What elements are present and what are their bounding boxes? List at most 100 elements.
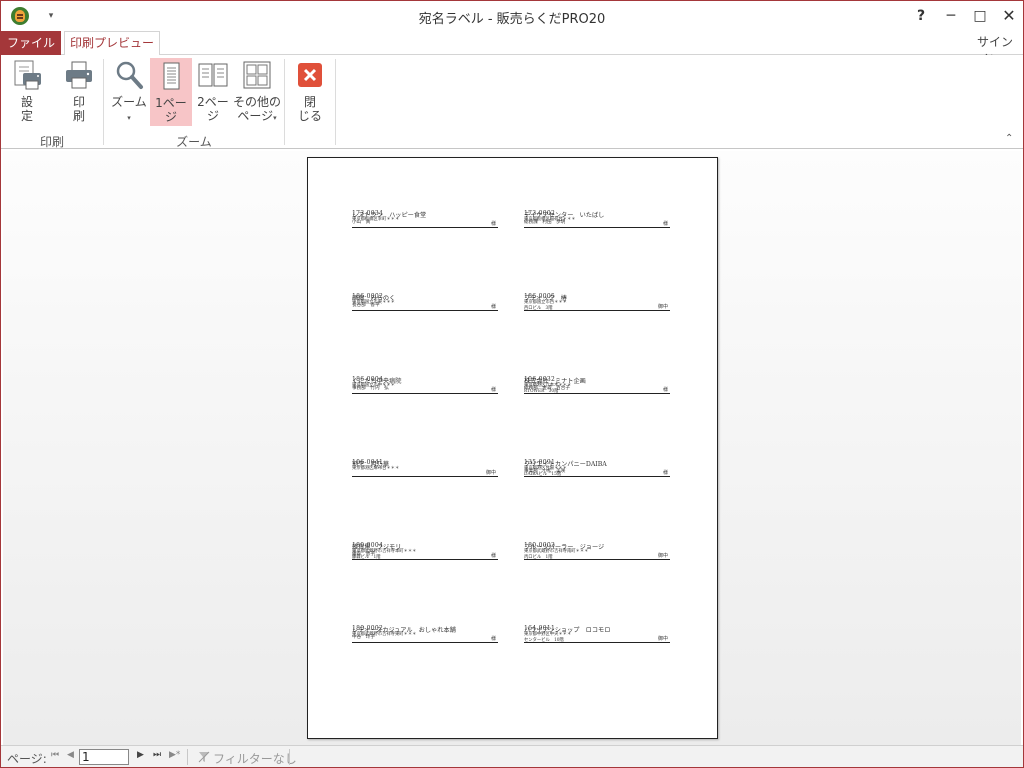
two-page-label: 2ペー ジ — [197, 95, 229, 123]
label-company: レストラン ハッピー食堂 — [352, 212, 427, 219]
one-page-button[interactable]: 1ペー ジ — [150, 58, 192, 126]
label-company: 株式会社 ミナト企画 — [524, 378, 586, 385]
label-company: ハワイアンショップ ロコモロ — [524, 627, 611, 634]
label-company: クリエイトカンパニーDAIBA — [524, 461, 607, 468]
help-button[interactable]: ? — [909, 5, 933, 27]
minimize-button[interactable]: ─ — [939, 5, 963, 27]
record-navigation-bar: ページ: ⏮ ◀ 1 ▶ ⏭ ▶* フィルターなし — [1, 745, 1023, 767]
group-separator — [284, 59, 285, 145]
previous-page-icon[interactable]: ◀ — [67, 750, 74, 760]
first-page-icon[interactable]: ⏮ — [51, 750, 59, 760]
two-page-icon — [198, 63, 228, 87]
label-underline — [524, 476, 670, 477]
label-underline — [524, 393, 670, 394]
tab-print-preview[interactable]: 印刷プレビュー — [64, 31, 160, 56]
group-separator — [335, 59, 336, 145]
page-setup-label: 設 定 — [20, 95, 33, 123]
ribbon-tabs: ファイル 印刷プレビュー サインイン — [1, 31, 1023, 66]
ribbon: 設 定 印 刷 ズーム ▾ 1ペー ジ 2ペー ジ その他の ページ▾ 閉 じる… — [1, 55, 1023, 149]
label-honorific: 様 — [662, 470, 668, 476]
label-underline — [524, 227, 670, 228]
close-window-button[interactable]: ✕ — [997, 5, 1021, 27]
printer-icon — [66, 61, 92, 89]
zoom-button[interactable]: ズーム ▾ — [107, 59, 151, 125]
group-label-print: 印刷 — [39, 135, 64, 149]
label-honorific: 御中 — [485, 470, 496, 476]
close-preview-icon — [298, 63, 322, 87]
maximize-button[interactable]: □ — [968, 5, 992, 27]
one-page-icon — [163, 62, 180, 90]
zoom-dropdown-icon: ▾ — [127, 114, 131, 122]
label-honorific: 様 — [490, 636, 496, 642]
tab-file[interactable]: ファイル — [1, 31, 61, 55]
label-underline — [352, 476, 498, 477]
label-honorific: 様 — [662, 221, 668, 227]
group-label-zoom: ズーム — [176, 135, 212, 149]
label-person: 事務部 竹内 弘 — [352, 386, 389, 391]
close-preview-label: 閉 じる — [297, 95, 322, 123]
label-honorific: 御中 — [657, 636, 668, 642]
page-label: ページ: — [7, 752, 47, 766]
preview-page[interactable]: 173-0034 東京都板橋区幸町＊＊＊ 173-0002 東京都板橋区稲荷台＊＊＊レ… — [307, 157, 718, 739]
address-label: クリエイトカンパニーDAIBA 事業部 小松 美咲 様 — [524, 419, 672, 499]
multiple-pages-icon — [243, 61, 271, 89]
new-record-icon: ▶* — [169, 750, 181, 760]
address-label: デイケアセンター いたばし 総務課 村田 歩明 様 — [524, 170, 672, 250]
label-company: ブティック 椿 — [524, 295, 567, 302]
label-company: 雑貨屋 フジモリ — [352, 544, 402, 551]
page-setup-button[interactable]: 設 定 — [7, 59, 47, 123]
address-label: ハワイアンショップ ロコモロ御中 — [524, 585, 672, 665]
one-page-label: 1ペー ジ — [155, 96, 187, 124]
label-underline — [352, 227, 498, 228]
address-label: レディースカジュアル おしゃれ本舗 中谷 玲子 様 — [352, 585, 500, 665]
label-person: 小山 真 — [352, 220, 371, 225]
print-button[interactable]: 印 刷 — [57, 59, 101, 123]
label-company: 割烹 月乃華 — [352, 461, 390, 468]
label-company: デイケアセンター いたばし — [524, 212, 605, 219]
more-pages-label-2: ページ — [237, 109, 274, 123]
separator — [187, 749, 188, 765]
label-honorific: 様 — [490, 304, 496, 310]
label-honorific: 様 — [490, 387, 496, 393]
page-number-input[interactable]: 1 — [79, 749, 129, 765]
last-page-icon[interactable]: ⏭ — [153, 750, 161, 760]
filter-status[interactable]: フィルターなし — [213, 750, 297, 767]
magnifier-icon — [116, 61, 143, 89]
label-honorific: 様 — [490, 221, 496, 227]
collapse-ribbon-icon[interactable]: ⌃ — [1005, 133, 1013, 144]
address-label: 割烹 月乃華御中 — [352, 419, 500, 499]
label-underline — [524, 559, 670, 560]
app-window: ▾ 宛名ラベル - 販売らくだPRO20 ? ─ □ ✕ ファイル 印刷プレビュ… — [0, 0, 1024, 768]
more-pages-button[interactable]: その他の ページ▾ — [232, 59, 282, 125]
label-person: 総務課 村田 歩明 — [524, 220, 566, 225]
label-company: レディースカジュアル おしゃれ本舗 — [352, 627, 456, 634]
more-pages-dropdown-icon: ▾ — [273, 114, 277, 122]
label-underline — [524, 642, 670, 643]
label-company: くにたち中央病院 — [352, 378, 402, 385]
preview-workspace[interactable]: 173-0034 東京都板橋区幸町＊＊＊ 173-0002 東京都板橋区稲荷台＊＊＊レ… — [3, 151, 1021, 745]
two-page-button[interactable]: 2ペー ジ — [194, 59, 232, 123]
label-underline — [352, 559, 498, 560]
label-honorific: 様 — [662, 387, 668, 393]
address-label: くにたち中央病院 事務部 竹内 弘 様 — [352, 336, 500, 416]
title-bar: ▾ 宛名ラベル - 販売らくだPRO20 ? ─ □ ✕ — [1, 1, 1023, 31]
page-setup-icon — [14, 60, 41, 90]
label-person: 長谷部 香平 — [352, 303, 380, 308]
label-person: 中谷 玲子 — [352, 635, 375, 640]
more-pages-label-1: その他の — [232, 95, 281, 109]
address-label: ブティック 椿御中 — [524, 253, 672, 333]
address-label: 雑貨屋 フジモリ 藤森 恵子 様 — [352, 502, 500, 582]
address-label: 株式会社 ミナト企画 総務部 金森 百合子 様 — [524, 336, 672, 416]
print-label: 印 刷 — [72, 95, 85, 123]
label-underline — [352, 310, 498, 311]
address-label: レストラン ハッピー食堂 小山 真 様 — [352, 170, 500, 250]
close-preview-button[interactable]: 閉 じる — [289, 59, 331, 123]
label-honorific: 様 — [490, 553, 496, 559]
label-underline — [524, 310, 670, 311]
label-honorific: 御中 — [657, 553, 668, 559]
filter-icon — [198, 751, 210, 763]
next-page-icon[interactable]: ▶ — [137, 750, 144, 760]
address-label: フルーツパーラー ジョージ御中 — [524, 502, 672, 582]
label-person: 事業部 小松 美咲 — [524, 469, 566, 474]
label-company: フルーツパーラー ジョージ — [524, 544, 605, 551]
